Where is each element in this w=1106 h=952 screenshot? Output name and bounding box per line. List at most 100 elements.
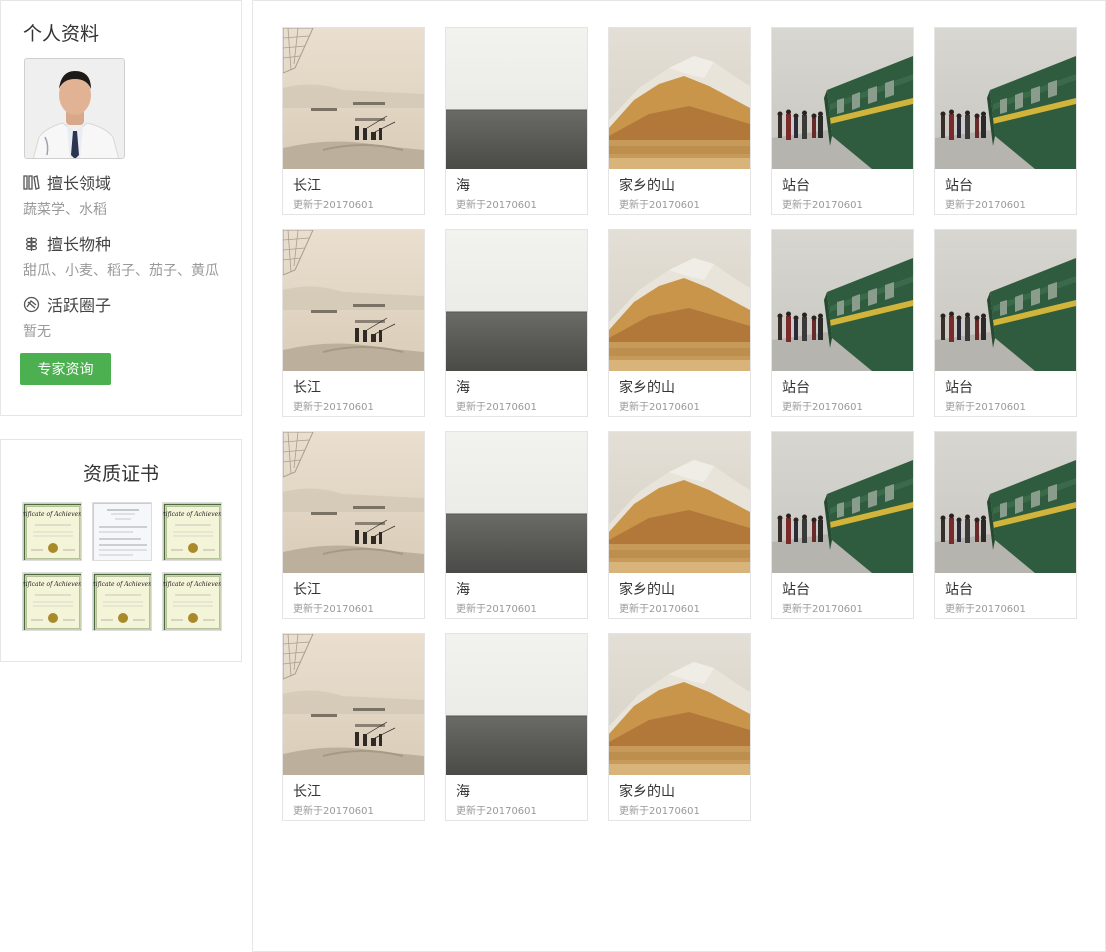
certificate-thumbnail[interactable]: Certificate of Achievement <box>22 572 82 631</box>
certificate-thumbnail[interactable]: Certificate of Achievement <box>22 502 82 561</box>
album-tile[interactable]: 海更新于20170601 <box>445 431 588 619</box>
certificate-thumbnail[interactable]: Certificate of Achievement <box>162 502 222 561</box>
album-title[interactable]: 站台 <box>945 377 973 397</box>
album-thumbnail[interactable] <box>772 230 913 371</box>
album-tile[interactable]: 海更新于20170601 <box>445 633 588 821</box>
svg-text:Certificate of Achievement: Certificate of Achievement <box>163 511 222 518</box>
album-updated-date: 更新于20170601 <box>619 402 700 413</box>
album-title[interactable]: 长江 <box>293 579 321 599</box>
consult-button[interactable]: 专家资询 <box>20 353 111 385</box>
album-thumbnail[interactable] <box>935 28 1076 169</box>
album-updated-date: 更新于20170601 <box>456 402 537 413</box>
album-title[interactable]: 站台 <box>782 377 810 397</box>
svg-text:Certificate of Achievement: Certificate of Achievement <box>163 581 222 588</box>
album-thumbnail[interactable] <box>283 634 424 775</box>
album-thumbnail[interactable] <box>446 634 587 775</box>
album-thumbnail[interactable] <box>446 28 587 169</box>
section-label: 擅长物种 <box>47 235 112 254</box>
album-thumbnail[interactable] <box>609 634 750 775</box>
album-title[interactable]: 家乡的山 <box>619 377 675 397</box>
album-tile[interactable]: 海更新于20170601 <box>445 27 588 215</box>
album-title[interactable]: 海 <box>456 377 470 397</box>
album-tile[interactable]: 家乡的山更新于20170601 <box>608 27 751 215</box>
certificate-thumbnail[interactable] <box>92 502 152 561</box>
section-value: 暂无 <box>23 324 51 340</box>
album-tile[interactable]: 长江更新于20170601 <box>282 431 425 619</box>
album-updated-date: 更新于20170601 <box>945 200 1026 211</box>
svg-text:Certificate of Achievement: Certificate of Achievement <box>23 511 82 518</box>
section-label: 活跃圈子 <box>47 296 112 315</box>
svg-text:Certificate of Achievement: Certificate of Achievement <box>93 581 152 588</box>
album-updated-date: 更新于20170601 <box>945 402 1026 413</box>
album-title[interactable]: 海 <box>456 175 470 195</box>
album-tile[interactable]: 站台 更新于20170601 <box>771 431 914 619</box>
album-tile[interactable]: 家乡的山更新于20170601 <box>608 431 751 619</box>
gallery-grid: 长江 更新于20170601 海更新于20170601 家乡的山 更新于20170601… <box>282 27 1077 821</box>
album-tile[interactable]: 长江更新于20170601 <box>282 27 425 215</box>
certificate-thumbnail[interactable]: Certificate of Achievement <box>162 572 222 631</box>
album-title[interactable]: 站台 <box>782 579 810 599</box>
album-updated-date: 更新于20170601 <box>293 402 374 413</box>
album-title[interactable]: 家乡的山 <box>619 579 675 599</box>
album-title[interactable]: 海 <box>456 781 470 801</box>
album-tile[interactable]: 长江更新于20170601 <box>282 229 425 417</box>
gallery-panel: 长江 更新于20170601 海更新于20170601 家乡的山 更新于20170601… <box>252 0 1106 952</box>
certificate-thumbnail[interactable]: Certificate of Achievement <box>92 572 152 631</box>
album-thumbnail[interactable] <box>772 432 913 573</box>
album-updated-date: 更新于20170601 <box>619 200 700 211</box>
album-title[interactable]: 长江 <box>293 175 321 195</box>
album-title[interactable]: 家乡的山 <box>619 175 675 195</box>
album-thumbnail[interactable] <box>283 432 424 573</box>
album-thumbnail[interactable] <box>283 28 424 169</box>
album-tile[interactable]: 站台更新于20170601 <box>934 27 1077 215</box>
species-section: 擅长物种 甜瓜、小麦、稻子、茄子、黄瓜 <box>23 232 233 280</box>
avatar-photo <box>25 59 124 158</box>
album-updated-date: 更新于20170601 <box>782 200 863 211</box>
album-title[interactable]: 家乡的山 <box>619 781 675 801</box>
album-thumbnail[interactable] <box>609 230 750 371</box>
album-title[interactable]: 站台 <box>945 175 973 195</box>
certificates-title: 资质证书 <box>82 463 159 485</box>
album-title[interactable]: 海 <box>456 579 470 599</box>
album-tile[interactable]: 站台更新于20170601 <box>934 431 1077 619</box>
section-value: 甜瓜、小麦、稻子、茄子、黄瓜 <box>23 263 219 279</box>
album-tile[interactable]: 家乡的山更新于20170601 <box>608 229 751 417</box>
album-title[interactable]: 站台 <box>945 579 973 599</box>
album-updated-date: 更新于20170601 <box>456 604 537 615</box>
album-updated-date: 更新于20170601 <box>456 200 537 211</box>
album-updated-date: 更新于20170601 <box>782 402 863 413</box>
album-thumbnail[interactable] <box>446 230 587 371</box>
album-tile[interactable]: 站台更新于20170601 <box>771 229 914 417</box>
album-thumbnail[interactable] <box>283 230 424 371</box>
section-value: 蔬菜学、水稻 <box>23 202 107 218</box>
album-title[interactable]: 站台 <box>782 175 810 195</box>
plant-icon <box>23 235 40 252</box>
album-thumbnail[interactable] <box>935 230 1076 371</box>
album-title[interactable]: 长江 <box>293 377 321 397</box>
expertise-section: 擅长领域 蔬菜学、水稻 <box>23 171 233 219</box>
circle-icon <box>23 296 40 313</box>
album-tile[interactable]: 站台更新于20170601 <box>934 229 1077 417</box>
album-thumbnail[interactable] <box>609 28 750 169</box>
album-updated-date: 更新于20170601 <box>619 806 700 817</box>
avatar[interactable] <box>24 58 125 159</box>
album-title[interactable]: 长江 <box>293 781 321 801</box>
album-updated-date: 更新于20170601 <box>619 604 700 615</box>
section-label: 擅长领域 <box>47 174 112 193</box>
album-tile[interactable]: 家乡的山更新于20170601 <box>608 633 751 821</box>
album-updated-date: 更新于20170601 <box>293 604 374 615</box>
profile-card: 个人资料 擅长领域 蔬菜学、水稻 擅长物种 甜瓜、小麦、稻子、茄子、黄瓜 活跃圈… <box>0 0 242 416</box>
album-updated-date: 更新于20170601 <box>945 604 1026 615</box>
album-tile[interactable]: 海更新于20170601 <box>445 229 588 417</box>
svg-text:Certificate of Achievement: Certificate of Achievement <box>23 581 82 588</box>
album-thumbnail[interactable] <box>935 432 1076 573</box>
album-tile[interactable]: 站台更新于20170601 <box>771 27 914 215</box>
album-updated-date: 更新于20170601 <box>293 806 374 817</box>
album-updated-date: 更新于20170601 <box>293 200 374 211</box>
album-thumbnail[interactable] <box>772 28 913 169</box>
album-thumbnail[interactable] <box>609 432 750 573</box>
circles-section: 活跃圈子 暂无 <box>23 293 233 341</box>
profile-title: 个人资料 <box>23 23 100 45</box>
album-thumbnail[interactable] <box>446 432 587 573</box>
album-tile[interactable]: 长江更新于20170601 <box>282 633 425 821</box>
